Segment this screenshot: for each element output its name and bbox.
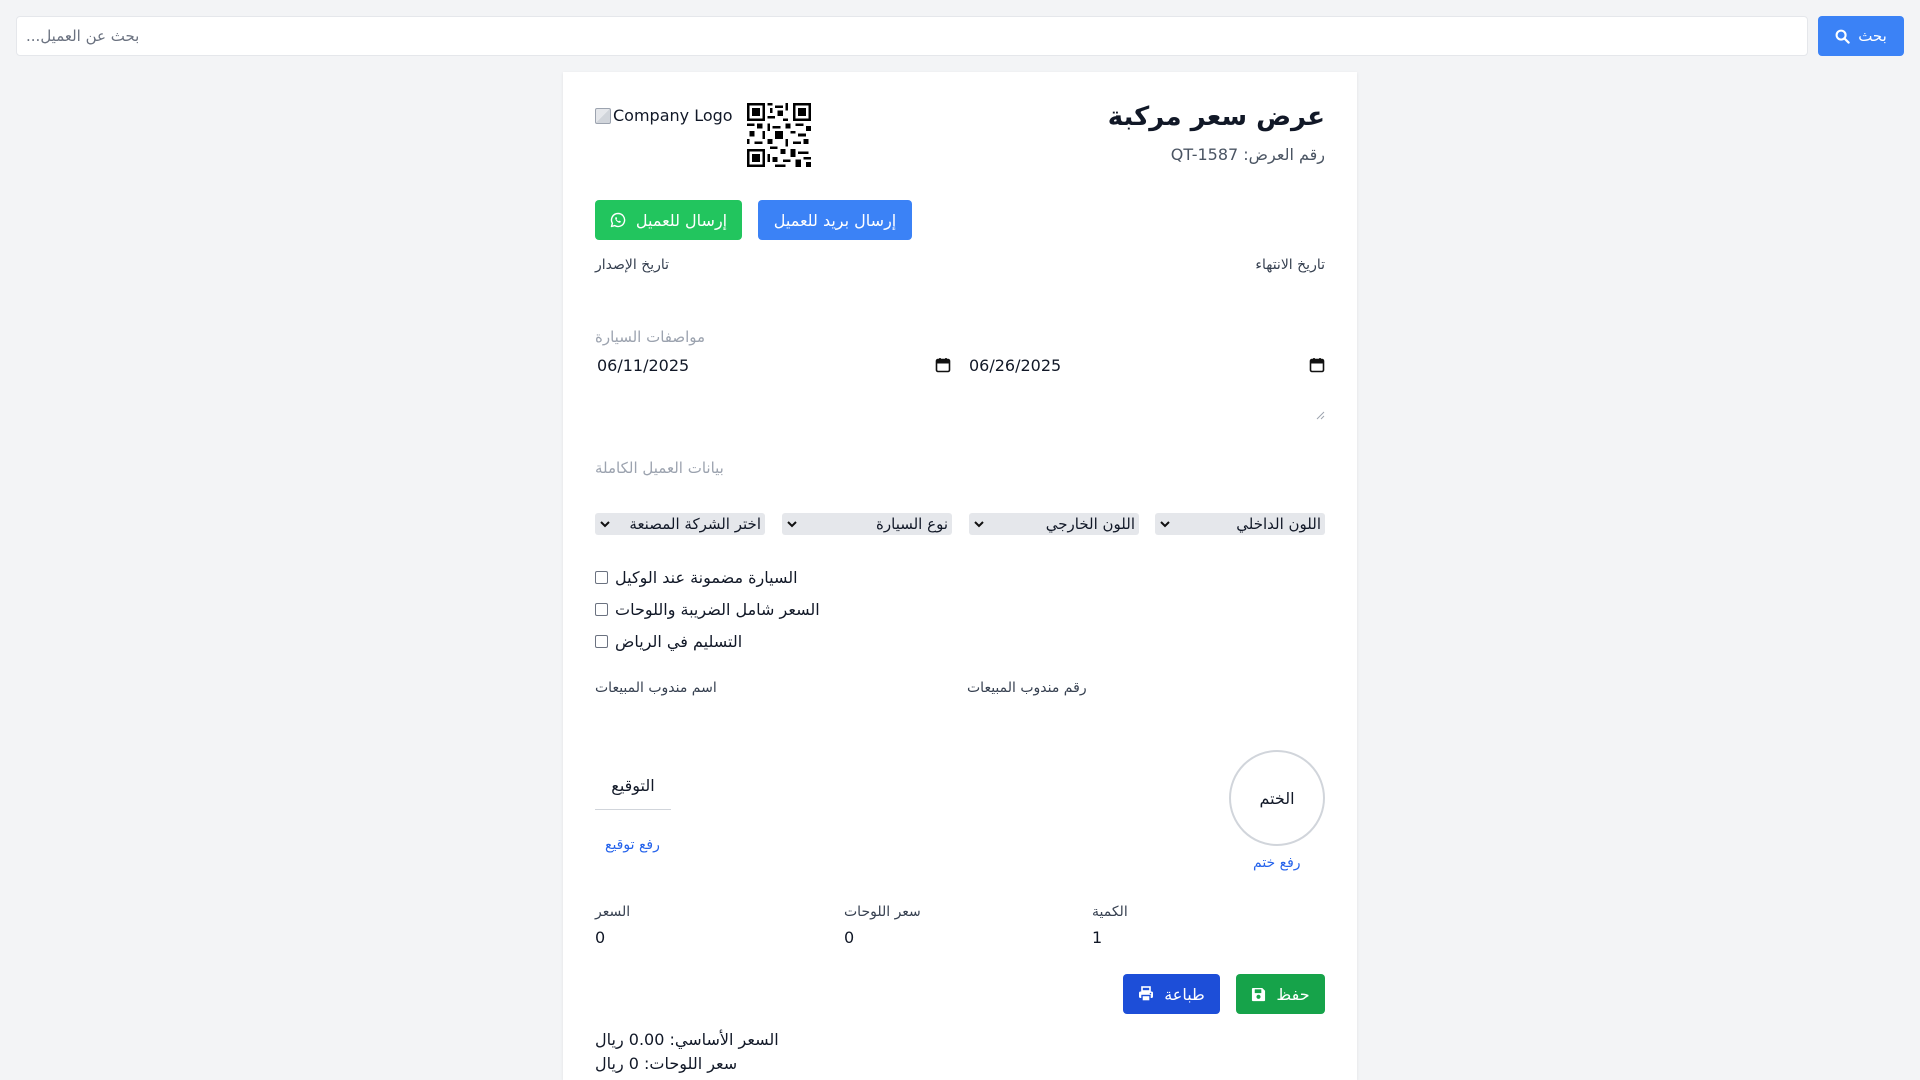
interior-color-value: اللون الداخلي [1236,515,1321,533]
signature-label: التوقيع [611,776,655,795]
dealer-warranty-checkbox[interactable]: السيارة مضمونة عند الوكيل [595,567,798,587]
send-email-button[interactable]: إرسال بريد للعميل [758,200,912,240]
exterior-color-value: اللون الخارجي [1045,515,1135,533]
checkbox-box[interactable] [595,602,608,616]
plates-price-input[interactable]: 0 [844,928,854,947]
upload-stamp-link[interactable]: رفع ختم [1253,855,1301,871]
checkbox-box[interactable] [595,634,608,648]
company-logo-alt: Company Logo [613,106,733,125]
stamp-area: الختم [1229,750,1325,846]
page-title: عرض سعر مركبة [1107,102,1325,132]
top-search-bar: بحث [16,16,1904,56]
upload-signature-link[interactable]: رفع توقيع [605,837,660,853]
car-type-value: نوع السيارة [876,515,948,533]
print-button-label: طباعة [1164,984,1205,1004]
delivery-riyadh-label: التسليم في الرياض [615,631,743,651]
search-button[interactable]: بحث [1818,16,1904,56]
company-logo: Company Logo [595,106,733,125]
car-type-select[interactable]: نوع السيارة [782,513,952,535]
checkbox-box[interactable] [595,570,608,584]
chevron-down-icon [1160,521,1170,528]
sales-rep-number-label: رقم مندوب المبيعات [967,680,1087,696]
delivery-riyadh-checkbox[interactable]: التسليم في الرياض [595,631,742,651]
chevron-down-icon [787,521,797,528]
customer-search-input[interactable] [16,16,1808,56]
floppy-disk-icon [1252,987,1266,1001]
price-includes-tax-checkbox[interactable]: السعر شامل الضريبة واللوحات [595,599,820,619]
send-whatsapp-label: إرسال للعميل [635,210,728,230]
price-input[interactable]: 0 [595,928,605,947]
quote-number: QT-1587 :رقم العرض [1170,145,1325,164]
price-label: السعر [595,904,631,920]
qr-code [747,103,811,167]
signature-area: التوقيع [595,762,671,810]
chevron-down-icon [600,521,610,528]
quote-card: عرض سعر مركبة QT-1587 :رقم العرض Company… [563,72,1357,1080]
send-email-label: إرسال بريد للعميل [773,210,897,230]
interior-color-select[interactable]: اللون الداخلي [1155,513,1325,535]
search-icon [1835,29,1850,44]
price-includes-tax-label: السعر شامل الضريبة واللوحات [615,599,820,619]
customer-data-input[interactable]: بيانات العميل الكاملة [595,459,724,477]
dealer-warranty-label: السيارة مضمونة عند الوكيل [615,567,798,587]
resize-handle-icon[interactable] [1316,411,1325,420]
car-specs-textarea[interactable]: مواصفات السيارة [595,328,1325,420]
printer-icon [1139,986,1154,1002]
plates-price-label: سعر اللوحات [844,904,921,920]
print-button[interactable]: طباعة [1123,974,1220,1014]
manufacturer-select[interactable]: اختر الشركة المصنعة [595,513,765,535]
broken-image-icon [595,107,611,124]
car-specs-placeholder: مواصفات السيارة [595,328,706,346]
whatsapp-icon [610,212,626,228]
manufacturer-value: اختر الشركة المصنعة [629,515,761,533]
exterior-color-select[interactable]: اللون الخارجي [969,513,1139,535]
stamp-label: الختم [1259,788,1295,808]
save-button-label: حفظ [1276,984,1310,1004]
search-button-label: بحث [1858,27,1887,45]
save-button[interactable]: حفظ [1236,974,1325,1014]
chevron-down-icon [974,521,984,528]
quantity-label: الكمية [1092,904,1128,920]
send-whatsapp-button[interactable]: إرسال للعميل [595,200,742,240]
issue-date-label: تاريخ الإصدار [595,257,670,273]
base-price-summary: السعر الأساسي: 0.00 ريال [595,1030,779,1049]
sales-rep-name-label: اسم مندوب المبيعات [595,680,717,696]
plates-price-summary: سعر اللوحات: 0 ريال [595,1054,738,1073]
quantity-input[interactable]: 1 [1092,928,1102,947]
expiry-date-label: تاريخ الانتهاء [1255,257,1325,273]
